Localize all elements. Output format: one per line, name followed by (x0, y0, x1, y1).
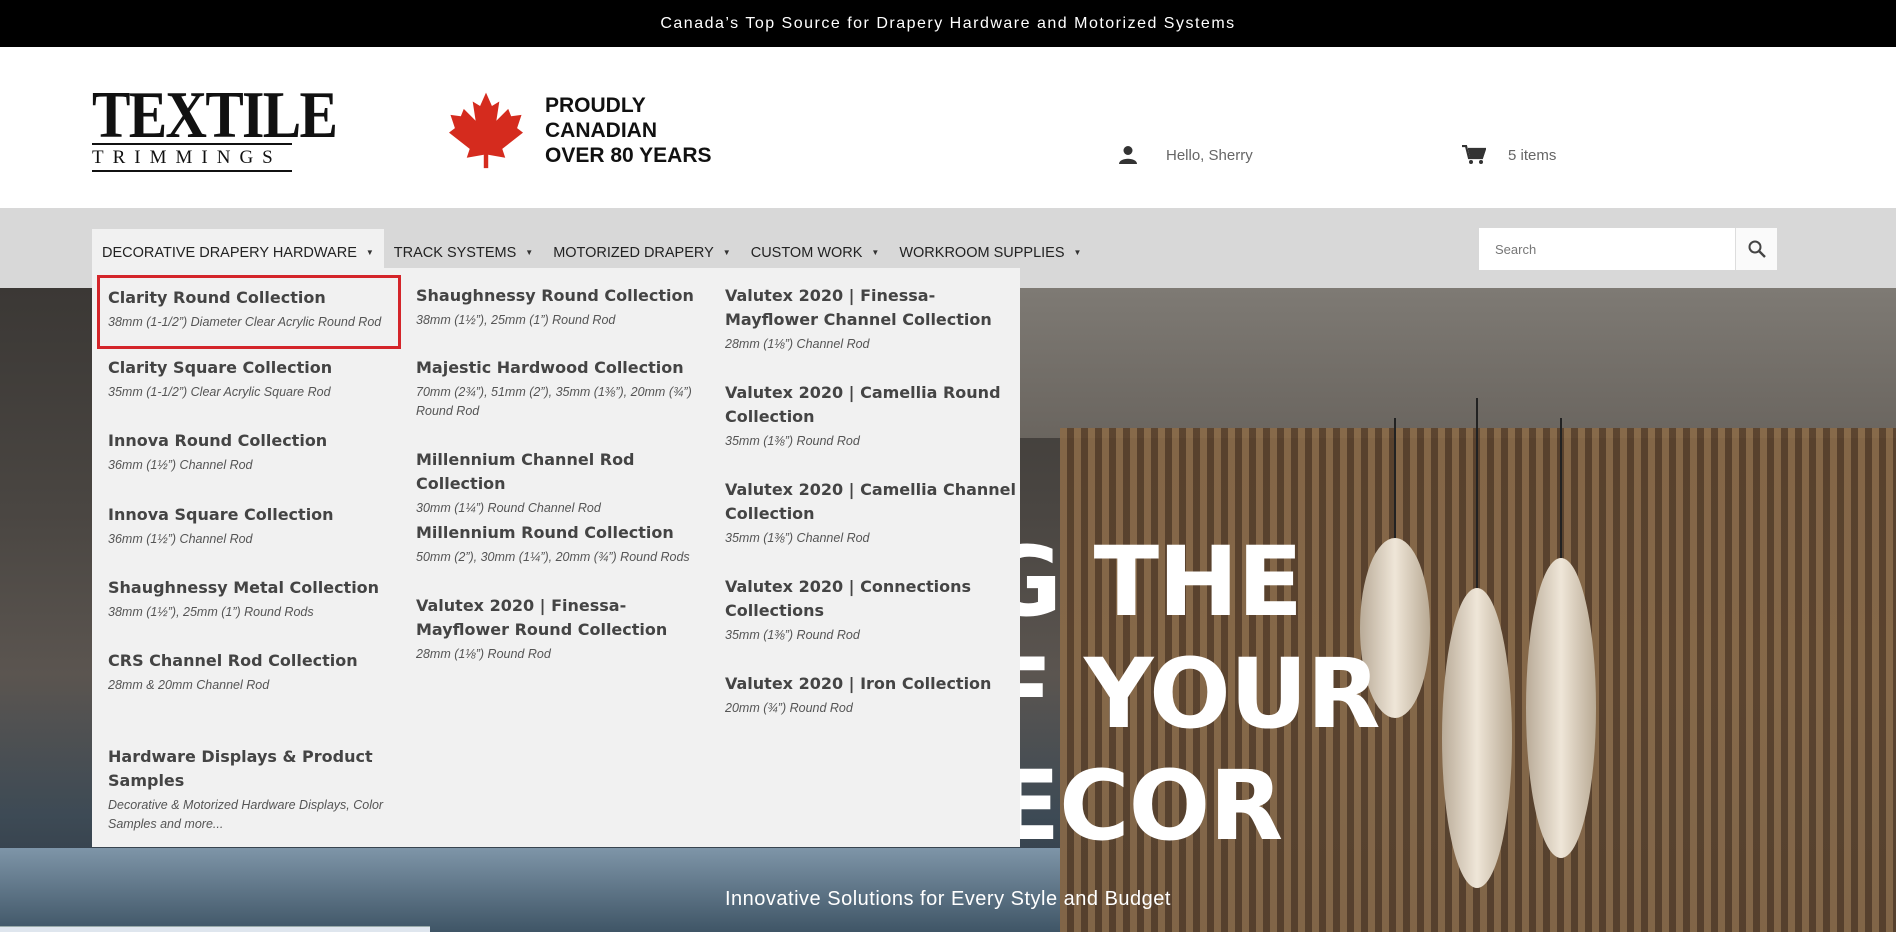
menu-item-desc: 38mm (1-1/2”) Diameter Clear Acrylic Rou… (108, 315, 382, 329)
menu-item-title: Millennium Round Collection (416, 523, 674, 542)
announcement-bar: Canada’s Top Source for Drapery Hardware… (0, 0, 1896, 47)
menu-item-camellia-channel[interactable]: Valutex 2020 | Camellia Channel Collecti… (725, 478, 1020, 548)
user-greeting: Hello, Sherry (1166, 146, 1253, 164)
cart-icon (1462, 145, 1486, 164)
menu-item-iron[interactable]: Valutex 2020 | Iron Collection 20mm (¾”)… (725, 672, 1020, 718)
menu-item-desc: 28mm (1⅛”) Round Rod (416, 647, 551, 661)
menu-item-hardware-displays[interactable]: Hardware Displays & Product Samples Deco… (108, 745, 398, 834)
menu-item-desc: 30mm (1¼”) Round Channel Rod (416, 501, 601, 515)
menu-item-millennium-round[interactable]: Millennium Round Collection 50mm (2”), 3… (416, 521, 711, 567)
menu-item-camellia-round[interactable]: Valutex 2020 | Camellia Round Collection… (725, 381, 1020, 451)
menu-item-majestic-hardwood[interactable]: Majestic Hardwood Collection 70mm (2¾”),… (416, 356, 711, 421)
menu-item-title: Valutex 2020 | Camellia Round Collection (725, 383, 1001, 426)
menu-item-desc: 28mm & 20mm Channel Rod (108, 678, 270, 692)
search-button[interactable] (1735, 228, 1777, 270)
menu-item-title: Hardware Displays & Product Samples (108, 747, 373, 790)
menu-item-shaughnessy-round[interactable]: Shaughnessy Round Collection 38mm (1½”),… (416, 284, 711, 330)
search-input[interactable] (1479, 228, 1735, 270)
menu-item-title: Clarity Square Collection (108, 358, 333, 377)
nav-label: WORKROOM SUPPLIES (899, 244, 1065, 261)
menu-item-desc: 35mm (1-1/2”) Clear Acrylic Square Rod (108, 385, 331, 399)
menu-item-desc: 50mm (2”), 30mm (1¼”), 20mm (¾”) Round R… (416, 550, 690, 564)
menu-item-title: Valutex 2020 | Iron Collection (725, 674, 992, 693)
logo-subtitle: TRIMMINGS (92, 147, 282, 168)
menu-item-innova-round[interactable]: Innova Round Collection 36mm (1½”) Chann… (108, 429, 403, 475)
logo-rule-bottom (92, 170, 292, 172)
menu-item-connections[interactable]: Valutex 2020 | Connections Collections 3… (725, 575, 1020, 645)
nav-label: CUSTOM WORK (750, 244, 863, 261)
menu-item-title: Valutex 2020 | Camellia Channel Collecti… (725, 480, 1017, 523)
hero-subtitle: Innovative Solutions for Every Style and… (725, 888, 1171, 910)
menu-item-desc: 38mm (1½”), 25mm (1”) Round Rod (416, 313, 616, 327)
menu-item-millennium-channel[interactable]: Millennium Channel Rod Collection 30mm (… (416, 448, 711, 518)
menu-item-title: Innova Round Collection (108, 431, 328, 450)
caret-down-icon: ▼ (1073, 248, 1082, 257)
menu-item-crs-channel[interactable]: CRS Channel Rod Collection 28mm & 20mm C… (108, 649, 403, 695)
browser-status-bar (0, 926, 430, 932)
nav-label: MOTORIZED DRAPERY (553, 244, 714, 261)
menu-item-innova-square[interactable]: Innova Square Collection 36mm (1½”) Chan… (108, 503, 403, 549)
menu-item-desc: 20mm (¾”) Round Rod (725, 701, 853, 715)
canadian-line-2: CANADIAN (545, 118, 657, 142)
logo-rule-top (92, 143, 292, 145)
announcement-text: Canada’s Top Source for Drapery Hardware… (660, 14, 1236, 32)
canadian-line-1: PROUDLY (545, 93, 646, 117)
menu-item-title: Clarity Round Collection (108, 288, 326, 307)
caret-down-icon: ▼ (525, 248, 534, 257)
canadian-text: PROUDLY CANADIAN OVER 80 YEARS (545, 93, 712, 168)
menu-item-title: Valutex 2020 | Connections Collections (725, 577, 971, 620)
menu-item-title: Millennium Channel Rod Collection (416, 450, 635, 493)
cart-count: 5 items (1508, 146, 1557, 164)
mega-menu-dropdown: Clarity Round Collection 38mm (1-1/2”) D… (92, 268, 1020, 847)
menu-item-title: Valutex 2020 | Finessa-Mayflower Round C… (416, 596, 668, 639)
caret-down-icon: ▼ (722, 248, 731, 257)
search-icon (1748, 240, 1766, 258)
menu-item-finessa-mayflower-channel[interactable]: Valutex 2020 | Finessa-Mayflower Channel… (725, 284, 1020, 354)
menu-item-shaughnessy-metal[interactable]: Shaughnessy Metal Collection 38mm (1½”),… (108, 576, 403, 622)
menu-item-title: Shaughnessy Metal Collection (108, 578, 380, 597)
account-link[interactable]: Hello, Sherry (1118, 145, 1253, 165)
menu-item-title: Shaughnessy Round Collection (416, 286, 694, 305)
user-icon (1119, 146, 1137, 164)
menu-item-desc: 70mm (2¾”), 51mm (2”), 35mm (1⅜”), 20mm … (416, 385, 692, 418)
menu-item-title: Innova Square Collection (108, 505, 334, 524)
menu-item-clarity-square[interactable]: Clarity Square Collection 35mm (1-1/2”) … (108, 356, 403, 402)
site-header: TEXTILE TRIMMINGS PROUDLY CANADIAN OVER … (0, 47, 1896, 208)
menu-item-desc: Decorative & Motorized Hardware Displays… (108, 798, 384, 831)
nav-label: TRACK SYSTEMS (393, 244, 517, 261)
menu-item-title: Majestic Hardwood Collection (416, 358, 684, 377)
menu-item-finessa-mayflower-round[interactable]: Valutex 2020 | Finessa-Mayflower Round C… (416, 594, 711, 664)
menu-item-clarity-round[interactable]: Clarity Round Collection 38mm (1-1/2”) D… (97, 275, 401, 349)
menu-item-desc: 36mm (1½”) Channel Rod (108, 458, 253, 472)
caret-down-icon: ▼ (871, 248, 880, 257)
menu-item-desc: 35mm (1⅜”) Channel Rod (725, 531, 870, 545)
hero-ceiling (1000, 288, 1896, 438)
site-logo[interactable]: TEXTILE TRIMMINGS (92, 78, 338, 172)
menu-item-desc: 36mm (1½”) Channel Rod (108, 532, 253, 546)
canadian-line-3: OVER 80 YEARS (545, 143, 712, 167)
maple-leaf-icon (449, 92, 523, 169)
menu-item-title: Valutex 2020 | Finessa-Mayflower Channel… (725, 286, 992, 329)
cart-link[interactable]: 5 items (1462, 145, 1556, 165)
menu-item-desc: 38mm (1½”), 25mm (1”) Round Rods (108, 605, 314, 619)
menu-item-title: CRS Channel Rod Collection (108, 651, 358, 670)
search-form (1479, 228, 1777, 270)
nav-label: DECORATIVE DRAPERY HARDWARE (102, 244, 357, 261)
logo-wordmark: TEXTILE (92, 78, 338, 152)
caret-down-icon: ▼ (365, 248, 374, 257)
menu-item-desc: 35mm (1⅜”) Round Rod (725, 434, 860, 448)
menu-item-desc: 28mm (1⅛”) Channel Rod (725, 337, 870, 351)
proudly-canadian-badge: PROUDLY CANADIAN OVER 80 YEARS (449, 91, 712, 169)
menu-item-desc: 35mm (1⅜”) Round Rod (725, 628, 860, 642)
